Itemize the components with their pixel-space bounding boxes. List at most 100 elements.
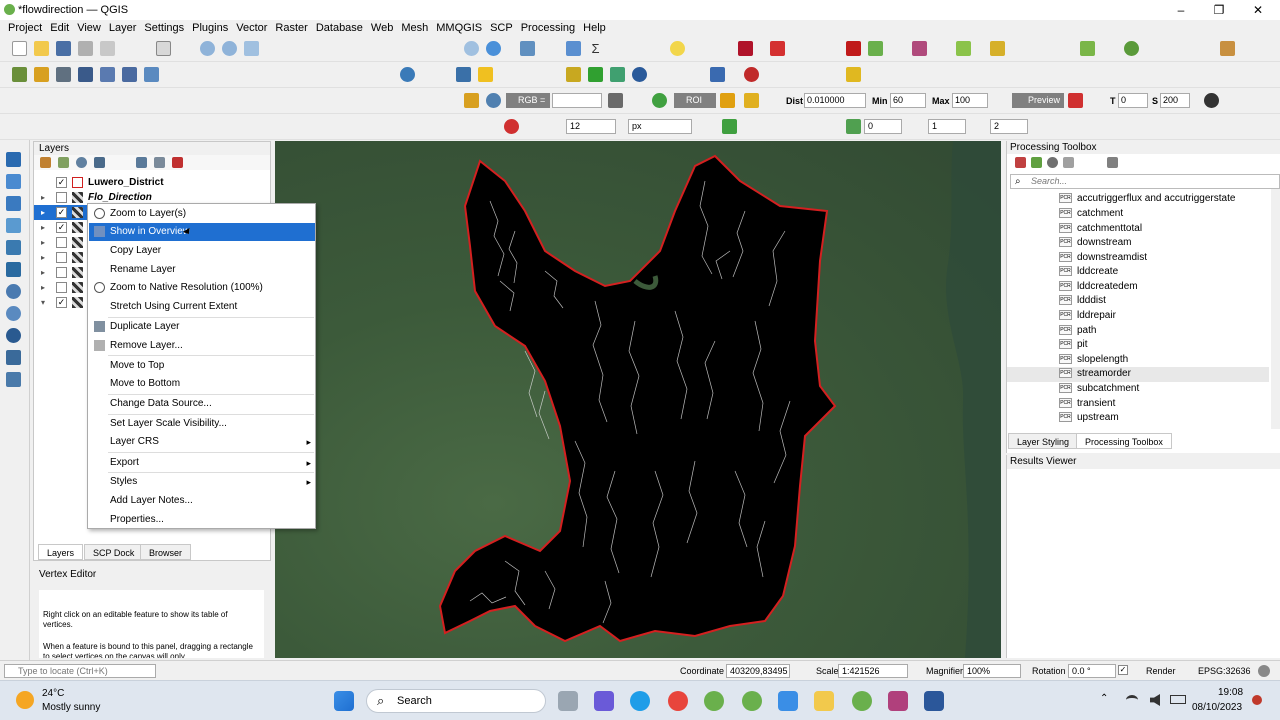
layer-checkbox[interactable] — [56, 192, 67, 203]
maximize-button[interactable]: ❐ — [1204, 2, 1234, 18]
chrome-icon[interactable] — [668, 691, 688, 711]
remove-layer-icon[interactable] — [172, 157, 183, 168]
layer-checkbox[interactable]: ✓ — [56, 222, 67, 233]
split-icon[interactable] — [6, 284, 21, 299]
menu-item-styles[interactable]: Styles ▸ — [89, 473, 315, 491]
plugin-digitize-icon[interactable] — [770, 41, 785, 56]
qgis-taskbar-icon-2[interactable] — [742, 691, 762, 711]
add-wms-icon[interactable] — [100, 67, 115, 82]
merge-icon[interactable] — [6, 306, 21, 321]
app-purple-icon[interactable] — [888, 691, 908, 711]
pan-icon[interactable] — [156, 41, 171, 56]
layer-checkbox[interactable] — [56, 237, 67, 248]
layout-manager-icon[interactable] — [100, 41, 115, 56]
label-tool-icon[interactable] — [504, 119, 519, 134]
expand-arrow-icon[interactable]: ▸ — [41, 190, 45, 205]
volume-icon[interactable] — [1150, 694, 1160, 706]
layer-row-luwero[interactable]: ✓ Luwero_District — [34, 175, 270, 190]
min-input[interactable]: 60 — [890, 93, 926, 108]
new-project-icon[interactable] — [12, 41, 27, 56]
qgis-taskbar-icon[interactable] — [704, 691, 724, 711]
qgis-cloud-icon[interactable] — [632, 67, 647, 82]
toolbox-search-input[interactable]: ⌕ Search... — [1010, 174, 1280, 189]
menu-project[interactable]: Project — [4, 22, 46, 34]
taskbar-search[interactable]: ⌕ Search — [366, 689, 546, 713]
menu-item-export[interactable]: Export ▸ — [89, 454, 315, 472]
menu-item-change-data-source[interactable]: Change Data Source... — [89, 395, 315, 413]
menu-plugins[interactable]: Plugins — [188, 22, 232, 34]
globe-tool-icon[interactable] — [6, 328, 21, 343]
coordinate-field[interactable]: 403209,83495 — [726, 664, 790, 678]
tab-scp-dock[interactable]: SCP Dock — [84, 544, 144, 560]
toolbox-item[interactable]: PCR upstream — [1059, 411, 1119, 425]
toolbox-scripts-icon[interactable] — [1031, 157, 1042, 168]
toolbox-item[interactable]: PCR lddrepair — [1059, 309, 1116, 323]
locator-input[interactable]: Type to locate (Ctrl+K) — [4, 664, 156, 678]
manage-visibility-icon[interactable] — [76, 157, 87, 168]
menu-item-zoom-native[interactable]: Zoom to Native Resolution (100%) — [89, 279, 315, 297]
statistics-sum-icon[interactable]: Σ — [588, 41, 603, 56]
scp-search-icon[interactable] — [652, 93, 667, 108]
toolbox-options-icon[interactable] — [1107, 157, 1118, 168]
snap-value-1[interactable]: 0 — [864, 119, 902, 134]
menu-web[interactable]: Web — [367, 22, 397, 34]
rgb-combo[interactable] — [552, 93, 602, 108]
toolbox-scrollbar[interactable] — [1271, 189, 1280, 429]
collapse-arrow-icon[interactable]: ▾ — [41, 295, 45, 310]
layer-style-icon[interactable] — [40, 157, 51, 168]
reload-icon[interactable] — [486, 41, 501, 56]
expand-arrow-icon[interactable]: ▸ — [41, 235, 45, 250]
add-database-icon[interactable] — [78, 67, 93, 82]
menu-processing[interactable]: Processing — [517, 22, 579, 34]
plugin-chart-icon[interactable] — [956, 41, 971, 56]
python-icon[interactable] — [456, 67, 471, 82]
tab-layers[interactable]: Layers — [38, 544, 84, 560]
messages-icon[interactable] — [1258, 665, 1270, 677]
menu-item-duplicate-layer[interactable]: Duplicate Layer — [89, 318, 315, 336]
expand-arrow-icon[interactable]: ▸ — [41, 250, 45, 265]
menu-item-layer-crs[interactable]: Layer CRS ▸ — [89, 433, 315, 451]
magnifier-field[interactable]: 100% — [963, 664, 1021, 678]
help-icon[interactable] — [710, 67, 725, 82]
menu-item-stretch-extent[interactable]: Stretch Using Current Extent — [89, 298, 315, 316]
clock-date[interactable]: 08/10/2023 — [1192, 702, 1242, 713]
georeferencer-icon[interactable] — [566, 67, 581, 82]
filter-icon[interactable] — [94, 157, 105, 168]
menu-layer[interactable]: Layer — [105, 22, 141, 34]
weather-temp[interactable]: 24°C — [42, 688, 64, 699]
t-input[interactable]: 0 — [1118, 93, 1148, 108]
collapse-all-icon[interactable] — [154, 157, 165, 168]
menu-item-move-to-bottom[interactable]: Move to Bottom — [89, 375, 315, 393]
scp-add-icon[interactable] — [1080, 41, 1095, 56]
font-size-input[interactable]: 12 — [566, 119, 616, 134]
snap-value-3[interactable]: 2 — [990, 119, 1028, 134]
open-project-icon[interactable] — [34, 41, 49, 56]
globe-icon[interactable] — [400, 67, 415, 82]
terrain-icon[interactable] — [588, 67, 603, 82]
clock-time[interactable]: 19:08 — [1218, 687, 1243, 698]
menu-item-show-in-overview[interactable]: Show in Overview — [89, 223, 315, 241]
tab-processing-toolbox[interactable]: Processing Toolbox — [1076, 433, 1172, 449]
toolbox-models-icon[interactable] — [1015, 157, 1026, 168]
record-icon[interactable] — [744, 67, 759, 82]
preview-redraw-icon[interactable] — [1068, 93, 1083, 108]
menu-mesh[interactable]: Mesh — [397, 22, 432, 34]
zoom-in-icon[interactable] — [200, 41, 215, 56]
toolbox-item[interactable]: PCR slopelength — [1059, 353, 1128, 367]
menu-item-scale-visibility[interactable]: Set Layer Scale Visibility... — [89, 415, 315, 433]
crs-button[interactable]: EPSG:32636 — [1198, 666, 1251, 676]
tracing-icon[interactable] — [846, 119, 861, 134]
toolbox-item[interactable]: PCR pit — [1059, 338, 1088, 352]
layer-checkbox[interactable]: ✓ — [56, 177, 67, 188]
scp-lock-icon[interactable] — [1124, 41, 1139, 56]
plugin-yellow-icon[interactable] — [478, 67, 493, 82]
minimize-button[interactable]: – — [1166, 2, 1196, 18]
tab-browser[interactable]: Browser — [140, 544, 192, 560]
add-delimited-icon[interactable] — [56, 67, 71, 82]
identify-icon[interactable] — [520, 41, 535, 56]
add-line-icon[interactable] — [6, 196, 21, 211]
chat-icon[interactable] — [594, 691, 614, 711]
menu-item-zoom-to-layer[interactable]: Zoom to Layer(s) — [89, 205, 315, 223]
settings-gear-icon[interactable] — [566, 41, 581, 56]
close-button[interactable]: ✕ — [1243, 2, 1273, 18]
